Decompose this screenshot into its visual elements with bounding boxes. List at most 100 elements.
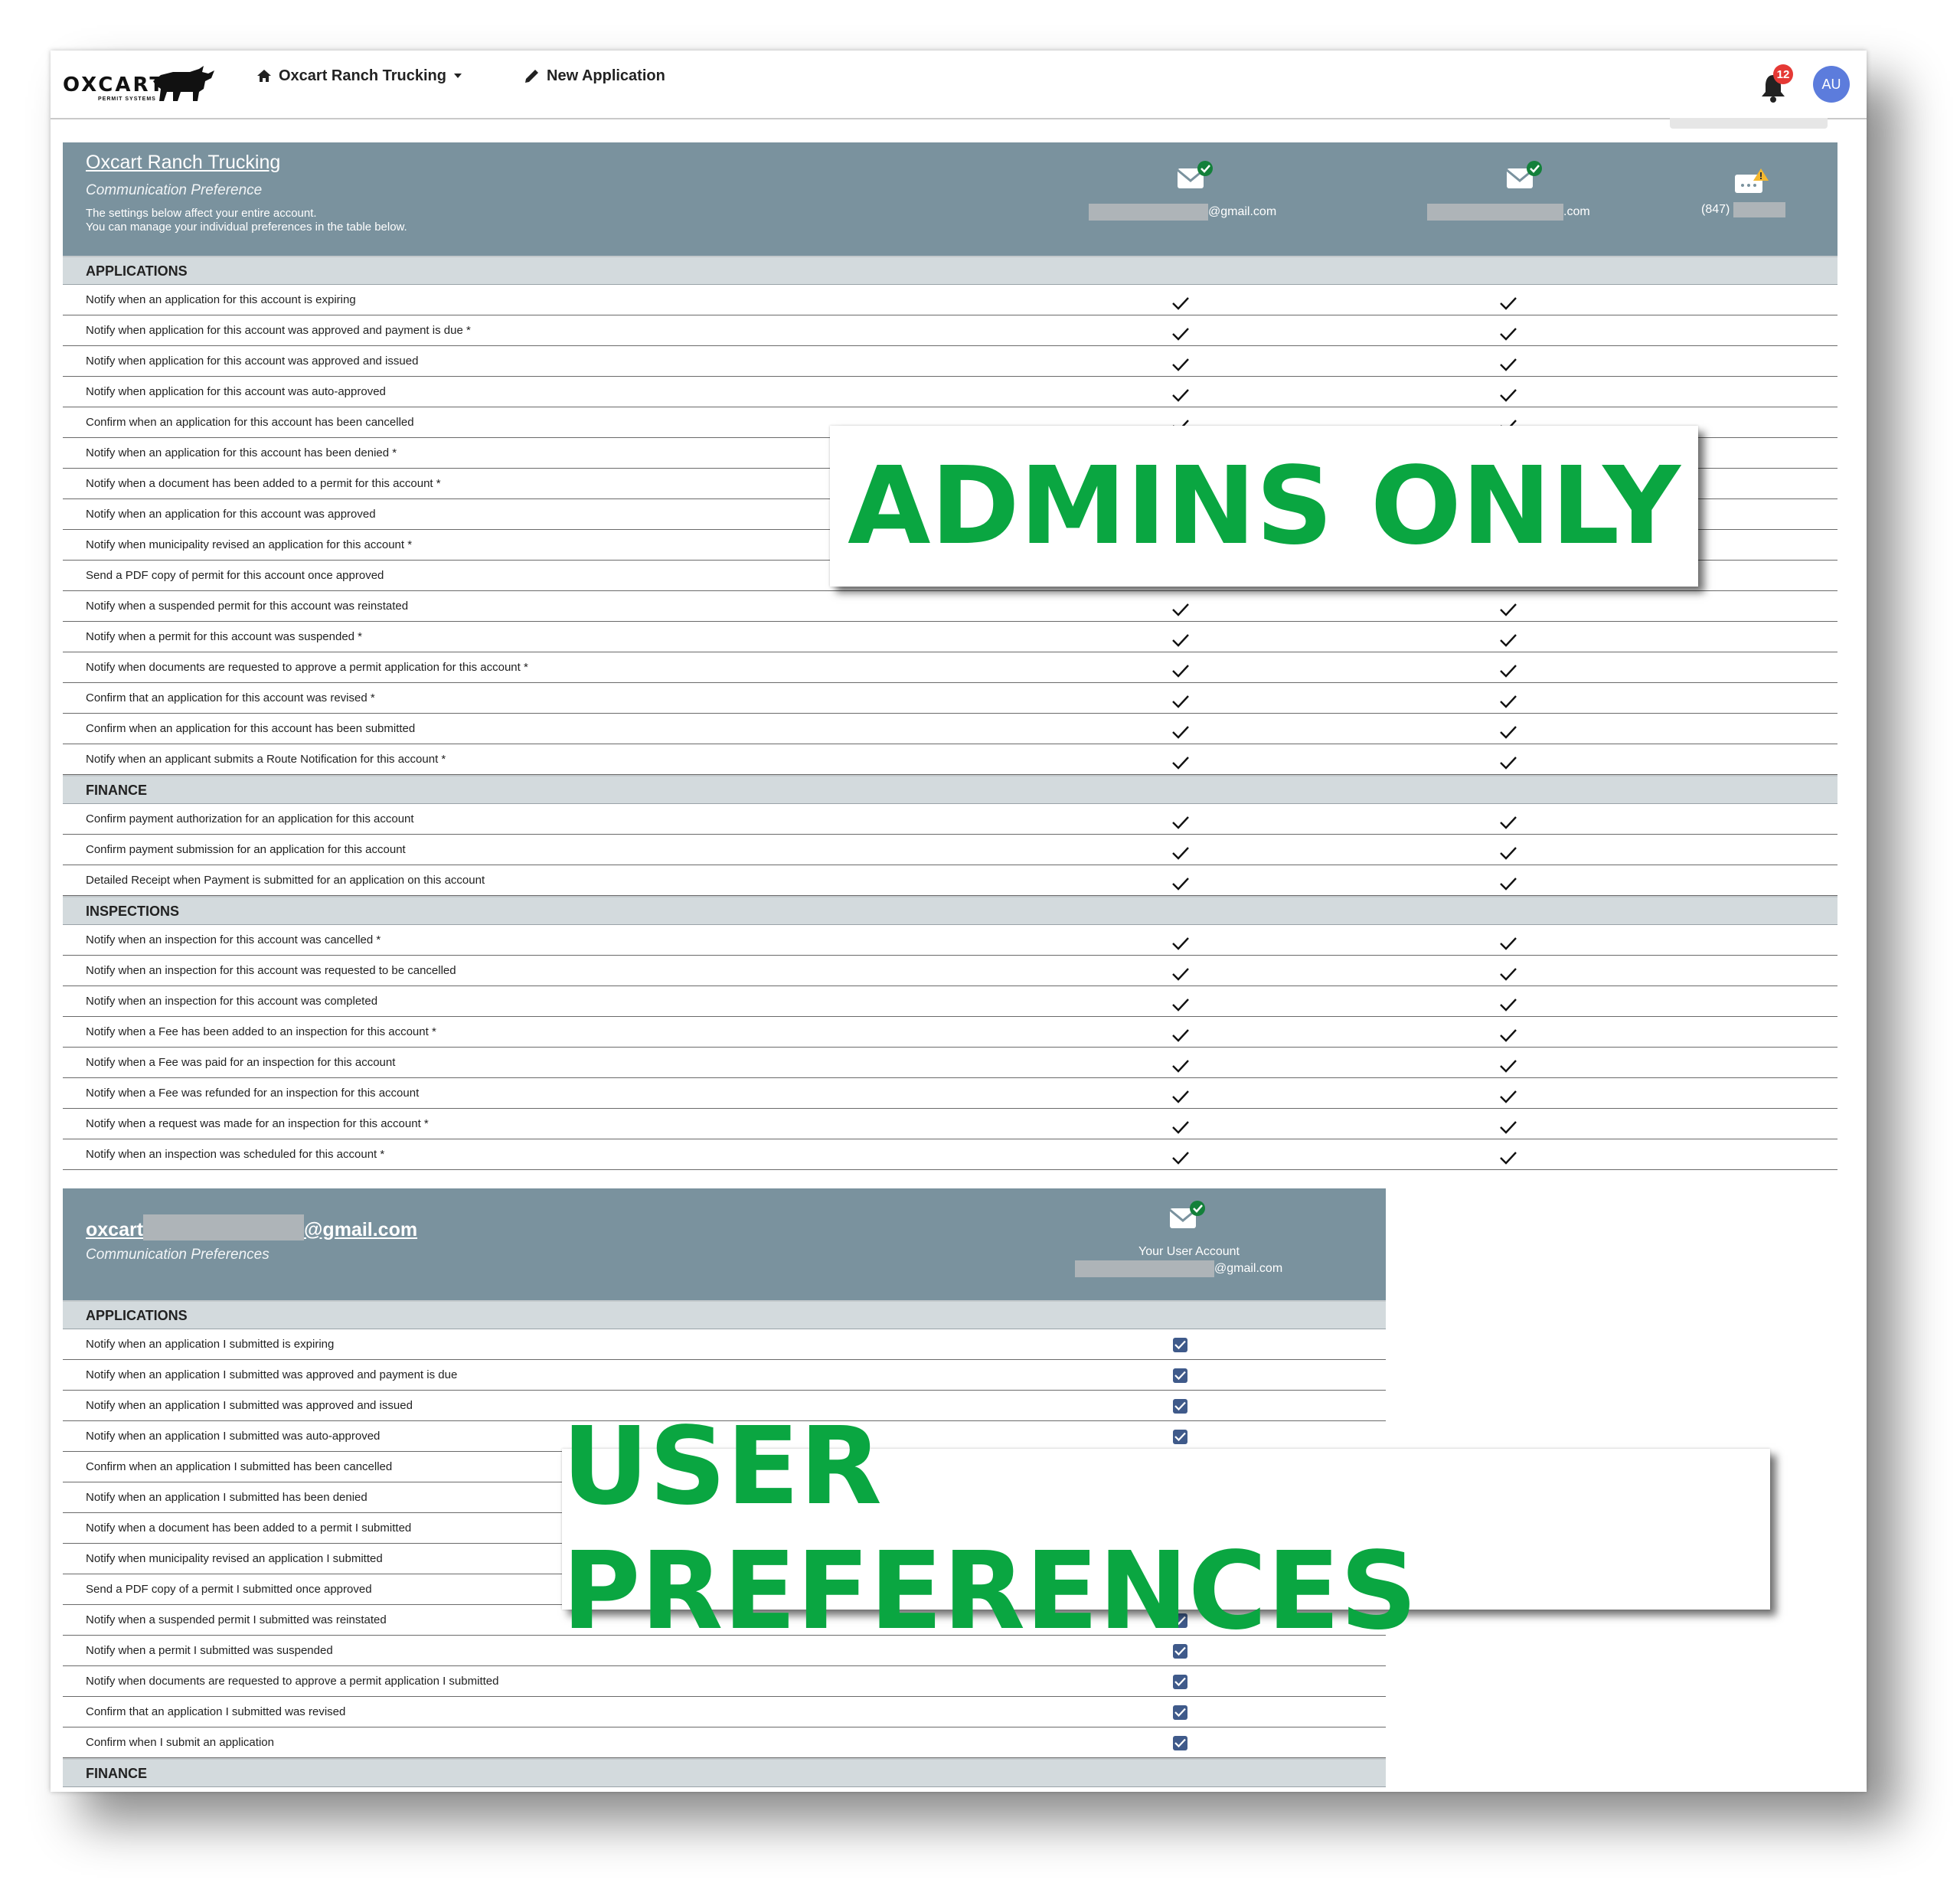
checkmark-icon[interactable]: [1171, 933, 1190, 950]
preference-label: Notify when a Fee was refunded for an in…: [86, 1087, 420, 1100]
preference-label: Notify when a document has been added to…: [86, 1522, 412, 1535]
checkmark-icon[interactable]: [1499, 660, 1517, 678]
checkmark-icon[interactable]: [1171, 293, 1190, 310]
checkmark-icon[interactable]: [1171, 323, 1190, 341]
preference-label: Confirm when an application I submitted …: [86, 1460, 393, 1473]
preference-row: Notify when a permit for this account wa…: [63, 622, 1838, 652]
user-table-header: oxcart @gmail.com Communication Preferenc…: [63, 1188, 1386, 1300]
account-preferences-table: Oxcart Ranch Trucking Communication Pref…: [63, 142, 1838, 1170]
checkmark-icon[interactable]: [1171, 873, 1190, 891]
checkmark-icon[interactable]: [1499, 721, 1517, 739]
checkmark-icon[interactable]: [1171, 752, 1190, 770]
checkmark-icon[interactable]: [1499, 293, 1517, 310]
caret-down-icon: [453, 74, 462, 78]
checkmark-icon[interactable]: [1171, 629, 1190, 647]
preference-label: Notify when a permit for this account wa…: [86, 630, 363, 643]
checkmark-icon[interactable]: [1171, 599, 1190, 616]
section-header: APPLICATIONS: [63, 256, 1838, 285]
preference-checkbox[interactable]: [1173, 1675, 1187, 1689]
checkmark-icon[interactable]: [1171, 812, 1190, 829]
checkmark-icon[interactable]: [1171, 691, 1190, 708]
checkmark-icon[interactable]: [1499, 1086, 1517, 1103]
checkmark-icon[interactable]: [1499, 1025, 1517, 1042]
preference-label: Confirm that an application I submitted …: [86, 1705, 346, 1718]
preference-checkbox[interactable]: [1173, 1736, 1187, 1750]
checkmark-icon[interactable]: [1499, 323, 1517, 341]
account-menu[interactable]: Oxcart Ranch Trucking: [257, 64, 462, 87]
redacted-email-2: [1427, 204, 1563, 221]
preference-row: Notify when application for this account…: [63, 346, 1838, 377]
new-application-link[interactable]: New Application: [525, 64, 665, 87]
preference-row: Notify when an application I submitted w…: [63, 1360, 1386, 1391]
oxcart-logo[interactable]: OXCART PERMIT SYSTEMS: [63, 66, 216, 103]
preference-label: Send a PDF copy of a permit I submitted …: [86, 1583, 372, 1596]
checkmark-icon[interactable]: [1499, 842, 1517, 860]
user-subtitle: Communication Preferences: [86, 1247, 270, 1263]
checkmark-icon[interactable]: [1499, 384, 1517, 402]
notification-badge: 12: [1773, 64, 1793, 84]
preference-row: Confirm that an application for this acc…: [63, 683, 1838, 714]
checkmark-icon[interactable]: [1171, 963, 1190, 981]
checkmark-icon[interactable]: [1171, 660, 1190, 678]
checkmark-icon[interactable]: [1499, 691, 1517, 708]
checkmark-icon[interactable]: [1499, 1055, 1517, 1073]
avatar[interactable]: AU: [1813, 66, 1850, 103]
preference-label: Notify when an inspection for this accou…: [86, 964, 456, 977]
checkmark-icon[interactable]: [1171, 1025, 1190, 1042]
checkmark-icon[interactable]: [1499, 1147, 1517, 1165]
preference-label: Notify when a request was made for an in…: [86, 1117, 429, 1130]
account-table-header: Oxcart Ranch Trucking Communication Pref…: [63, 142, 1838, 256]
toolbar-button-edge[interactable]: [1670, 118, 1828, 129]
account-name-link[interactable]: Oxcart Ranch Trucking: [86, 152, 280, 174]
checkmark-icon[interactable]: [1499, 812, 1517, 829]
redacted-user-email: [143, 1214, 305, 1240]
preference-label: Notify when an application for this acco…: [86, 446, 397, 459]
user-email-suffix: @gmail.com: [304, 1219, 418, 1240]
contact-email-1: @gmail.com: [1089, 204, 1276, 221]
checkmark-icon[interactable]: [1499, 629, 1517, 647]
preference-row: Confirm when an application for this acc…: [63, 714, 1838, 744]
account-note-line1: The settings below affect your entire ac…: [86, 207, 317, 220]
checkmark-icon[interactable]: [1499, 994, 1517, 1012]
checkmark-icon[interactable]: [1499, 1116, 1517, 1134]
checkmark-icon[interactable]: [1171, 354, 1190, 371]
checkmark-icon[interactable]: [1171, 1147, 1190, 1165]
preference-label: Confirm when an application for this acc…: [86, 722, 416, 735]
checkmark-icon[interactable]: [1499, 752, 1517, 770]
preference-row: Notify when a request was made for an in…: [63, 1109, 1838, 1139]
account-note-line2: You can manage your individual preferenc…: [86, 221, 407, 234]
user-contact-suffix: @gmail.com: [1214, 1262, 1283, 1276]
user-email-link[interactable]: oxcart @gmail.com: [86, 1214, 417, 1241]
checkmark-icon[interactable]: [1171, 1116, 1190, 1134]
user-contact-label: Your User Account: [1138, 1245, 1240, 1258]
checkmark-icon[interactable]: [1499, 963, 1517, 981]
checkmark-icon[interactable]: [1499, 354, 1517, 371]
new-application-label: New Application: [547, 67, 665, 84]
checkmark-icon[interactable]: [1171, 721, 1190, 739]
checkmark-icon[interactable]: [1171, 842, 1190, 860]
preference-row: Notify when application for this account…: [63, 315, 1838, 346]
checkmark-icon[interactable]: [1499, 599, 1517, 616]
preference-checkbox[interactable]: [1173, 1705, 1187, 1720]
redacted-phone: [1733, 202, 1785, 217]
preference-label: Notify when an inspection for this accou…: [86, 933, 381, 946]
preference-row: Notify when documents are requested to a…: [63, 1666, 1386, 1697]
preference-label: Notify when an application for this acco…: [86, 293, 356, 306]
checkmark-icon[interactable]: [1499, 873, 1517, 891]
preference-label: Notify when a Fee has been added to an i…: [86, 1025, 436, 1038]
preference-row: Notify when application for this account…: [63, 377, 1838, 407]
sms-warning-icon: [1735, 168, 1769, 193]
preference-checkbox[interactable]: [1173, 1338, 1187, 1352]
checkmark-icon[interactable]: [1171, 1086, 1190, 1103]
bull-icon: [153, 66, 214, 101]
preference-checkbox[interactable]: [1173, 1368, 1187, 1383]
checkmark-icon[interactable]: [1171, 384, 1190, 402]
preference-row: Notify when an inspection for this accou…: [63, 986, 1838, 1017]
checkmark-icon[interactable]: [1171, 1055, 1190, 1073]
email-verified-icon: [1177, 161, 1213, 188]
checkmark-icon[interactable]: [1171, 994, 1190, 1012]
checkmark-icon[interactable]: [1499, 933, 1517, 950]
preference-label: Notify when an application I submitted w…: [86, 1399, 413, 1412]
preference-label: Notify when application for this account…: [86, 355, 419, 368]
account-table-body: APPLICATIONS Notify when an application f…: [63, 256, 1838, 1170]
